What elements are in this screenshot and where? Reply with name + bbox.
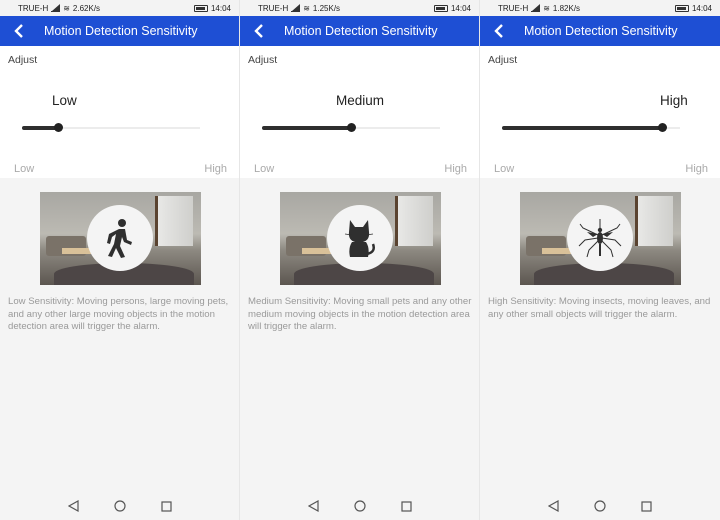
cat-icon: [344, 220, 375, 257]
sensitivity-description: Low Sensitivity: Moving persons, large m…: [8, 296, 229, 333]
status-time: 14:04: [691, 3, 712, 13]
app-bar: Motion Detection Sensitivity: [0, 16, 239, 46]
page-title: Motion Detection Sensitivity: [44, 24, 198, 38]
status-bar: TRUE-H ≋ 1.82K/s 14:04: [480, 0, 720, 16]
sensitivity-panel: Adjust Medium Low High: [240, 46, 479, 178]
network-speed: 1.82K/s: [552, 3, 581, 13]
nav-home-button[interactable]: [113, 499, 127, 513]
system-nav-bar: [0, 492, 239, 520]
signal-icon: [531, 3, 541, 12]
back-button[interactable]: [250, 22, 268, 40]
page-title: Motion Detection Sensitivity: [284, 24, 438, 38]
square-recents-icon: [161, 500, 172, 512]
slider-min-label: Low: [254, 163, 275, 175]
slider-fill: [262, 126, 351, 130]
nav-back-button[interactable]: [546, 499, 560, 513]
nav-back-button[interactable]: [66, 499, 80, 513]
screen-medium: TRUE-H ≋ 1.25K/s 14:04 Motion Detection …: [240, 0, 480, 520]
sensitivity-description: High Sensitivity: Moving insects, moving…: [488, 296, 711, 320]
back-button[interactable]: [10, 22, 28, 40]
sensitivity-panel: Adjust Low Low High: [0, 46, 239, 178]
adjust-label: Adjust: [8, 54, 38, 66]
sensitivity-slider[interactable]: [502, 123, 680, 132]
nav-recents-button[interactable]: [400, 499, 414, 513]
circle-home-icon: [114, 500, 126, 512]
back-button[interactable]: [490, 22, 508, 40]
circle-home-icon: [354, 500, 366, 512]
battery-icon: [433, 4, 448, 12]
slider-fill: [502, 126, 663, 130]
system-nav-bar: [480, 492, 720, 520]
icon-circle: [327, 205, 393, 271]
icon-circle: [87, 205, 153, 271]
slider-thumb[interactable]: [658, 123, 668, 132]
nav-home-button[interactable]: [593, 499, 607, 513]
slider-max-label: High: [685, 163, 708, 175]
carrier-text: TRUE-H: [18, 3, 49, 13]
triangle-back-icon: [307, 500, 319, 512]
app-bar: Motion Detection Sensitivity: [240, 16, 479, 46]
battery-icon: [193, 4, 208, 12]
battery-icon: [674, 4, 689, 12]
carrier-text: TRUE-H: [258, 3, 289, 13]
slider-thumb[interactable]: [347, 123, 356, 132]
slider-fill: [22, 126, 58, 130]
sensitivity-slider[interactable]: [262, 123, 440, 132]
slider-thumb[interactable]: [53, 123, 63, 132]
wifi-icon: ≋: [543, 3, 550, 13]
wifi-icon: ≋: [63, 3, 70, 13]
page-title: Motion Detection Sensitivity: [524, 24, 678, 38]
slider-min-label: Low: [494, 163, 515, 175]
slider-min-label: Low: [14, 163, 35, 175]
nav-recents-button[interactable]: [640, 499, 654, 513]
signal-icon: [51, 3, 61, 12]
back-arrow-icon: [254, 24, 263, 38]
status-time: 14:04: [450, 3, 471, 13]
sensitivity-description: Medium Sensitivity: Moving small pets an…: [248, 296, 472, 333]
adjust-label: Adjust: [248, 54, 278, 66]
adjust-label: Adjust: [488, 54, 518, 66]
walking-person-icon: [107, 219, 132, 258]
nav-recents-button[interactable]: [160, 499, 174, 513]
triangle-back-icon: [547, 500, 559, 512]
slider-max-label: High: [444, 163, 467, 175]
network-speed: 2.62K/s: [72, 3, 101, 13]
screen-low: TRUE-H ≋ 2.62K/s 14:04 Motion Detection …: [0, 0, 240, 520]
example-image: [280, 192, 441, 285]
triangle-back-icon: [67, 500, 79, 512]
wifi-icon: ≋: [303, 3, 310, 13]
nav-back-button[interactable]: [306, 499, 320, 513]
status-bar: TRUE-H ≋ 2.62K/s 14:04: [0, 0, 239, 16]
screen-high: TRUE-H ≋ 1.82K/s 14:04 Motion Detection …: [480, 0, 720, 520]
square-recents-icon: [641, 500, 652, 512]
sensitivity-slider[interactable]: [22, 123, 200, 132]
network-speed: 1.25K/s: [312, 3, 341, 13]
level-label: Low: [52, 93, 77, 108]
carrier-text: TRUE-H: [498, 3, 529, 13]
status-bar: TRUE-H ≋ 1.25K/s 14:04: [240, 0, 479, 16]
slider-max-label: High: [204, 163, 227, 175]
back-arrow-icon: [494, 24, 503, 38]
level-label: Medium: [336, 93, 385, 108]
example-image: [520, 192, 681, 285]
app-bar: Motion Detection Sensitivity: [480, 16, 720, 46]
back-arrow-icon: [14, 24, 23, 38]
signal-icon: [291, 3, 301, 12]
status-time: 14:04: [210, 3, 231, 13]
screens-row: TRUE-H ≋ 2.62K/s 14:04 Motion Detection …: [0, 0, 720, 520]
nav-home-button[interactable]: [353, 499, 367, 513]
sensitivity-panel: Adjust High Low High: [480, 46, 720, 178]
example-image: [40, 192, 201, 285]
square-recents-icon: [401, 500, 412, 512]
mosquito-icon: [578, 219, 622, 258]
level-label: High: [660, 93, 688, 108]
icon-circle: [567, 205, 633, 271]
circle-home-icon: [594, 500, 606, 512]
system-nav-bar: [240, 492, 479, 520]
